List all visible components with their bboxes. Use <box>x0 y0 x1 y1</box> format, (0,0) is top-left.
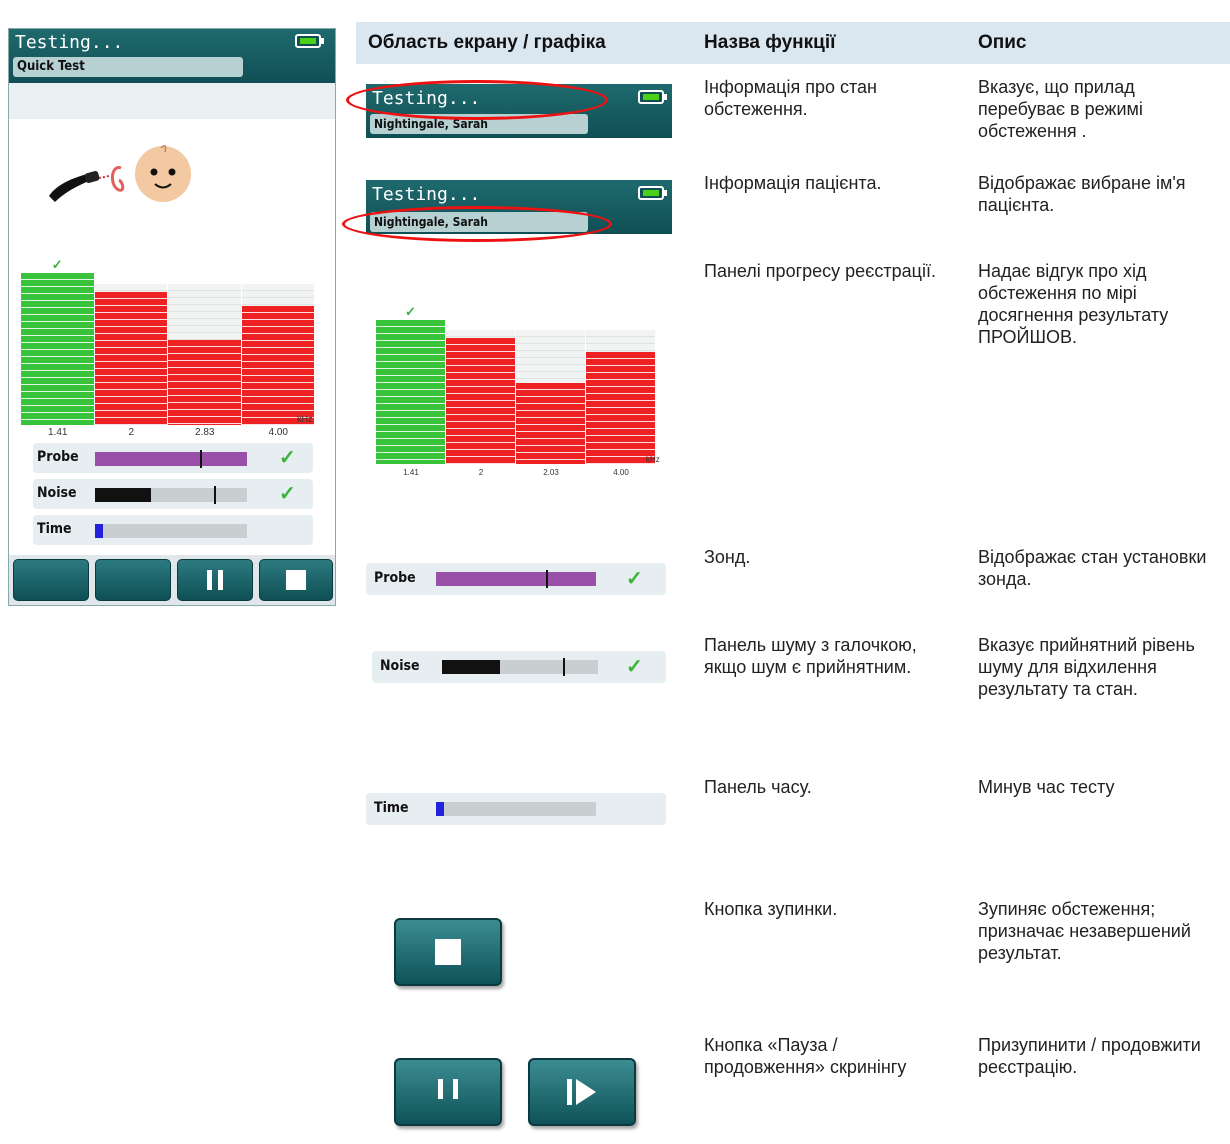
frequency-tick-label: 2 <box>128 427 135 438</box>
status-header: Testing... Quick Test <box>9 29 335 83</box>
noise-label: Noise <box>37 485 77 501</box>
table-header: Область екрану / графіка Назва функції О… <box>356 22 1230 64</box>
header-function: Назва функції <box>704 32 836 53</box>
time-fill <box>436 802 444 816</box>
row8-description: Призупинити / продовжити реєстрацію. <box>978 1035 1201 1077</box>
probe-meter: Probe ✓ <box>33 443 313 473</box>
header-description: Опис <box>978 32 1027 53</box>
row3-description: Надає відгук про хід обстеження по мірі … <box>978 261 1169 347</box>
unit-label: kHz <box>646 455 660 464</box>
bar-1.41 <box>21 273 94 425</box>
resume-button-graphic <box>528 1058 636 1126</box>
bar-1.41 <box>376 320 445 464</box>
row4-description: Відображає стан установки зонда. <box>978 547 1207 589</box>
frequency-tick-label: 1.41 <box>48 427 68 438</box>
battery-icon <box>295 34 324 48</box>
time-label: Time <box>374 800 409 816</box>
frequency-tick-label: 4.00 <box>268 427 288 438</box>
pass-check-icon: ✓ <box>405 304 416 319</box>
noise-marker <box>213 486 216 504</box>
probe-track <box>436 570 596 588</box>
noise-marker <box>563 658 565 676</box>
pass-check-icon: ✓ <box>51 257 63 272</box>
frequency-tick-label: 4.00 <box>613 468 629 477</box>
row8-function: Кнопка «Пауза / продовження» скринінгу <box>704 1035 907 1077</box>
row3-function: Панелі прогресу реєстрації. <box>704 261 936 281</box>
battery-icon <box>638 186 667 200</box>
row2-function: Інформація пацієнта. <box>704 173 882 193</box>
bar-2 <box>94 292 167 425</box>
row1-description: Вказує, що прилад перебуває в режимі обс… <box>978 77 1143 141</box>
frequency-tick-label: 1.41 <box>403 468 419 477</box>
row7-description: Зупиняє обстеження; призначає незавершен… <box>978 899 1191 963</box>
probe-fill <box>95 452 247 466</box>
highlight-ellipse-status <box>346 80 608 120</box>
time-fill <box>95 524 103 538</box>
stop-icon <box>286 570 306 590</box>
row4-function: Зонд. <box>704 547 751 567</box>
status-title: Testing... <box>15 32 124 53</box>
battery-icon <box>638 90 667 104</box>
noise-track <box>95 486 247 504</box>
row5-description: Вказує прийнятний рівень шуму для відхил… <box>978 635 1195 699</box>
noise-track <box>442 658 598 676</box>
row1-function: Інформація про стан обстеження. <box>704 77 877 119</box>
unit-label: kHz <box>297 414 313 424</box>
bar-2 <box>446 338 515 464</box>
test-name-field[interactable]: Quick Test <box>13 57 243 77</box>
noise-fill <box>442 660 500 674</box>
header-area: Область екрану / графіка <box>368 32 606 53</box>
noise-check-icon: ✓ <box>626 656 643 678</box>
progress-bar-chart: ✓ <box>21 257 315 425</box>
frequency-tick-label: 2.03 <box>543 468 559 477</box>
probe-fill <box>436 572 596 586</box>
row6-function: Панель часу. <box>704 777 812 797</box>
probe-check-icon: ✓ <box>279 447 296 469</box>
frequency-tick-label: 2.83 <box>195 427 215 438</box>
status-title: Testing... <box>372 184 481 205</box>
probe-label: Probe <box>374 570 416 586</box>
row2-description: Відображає вибране ім'я пацієнта. <box>978 173 1186 215</box>
noise-label: Noise <box>380 658 420 674</box>
probe-marker <box>546 570 548 588</box>
stop-icon <box>435 939 461 965</box>
noise-fill <box>95 488 152 502</box>
noise-meter-graphic: Noise ✓ <box>372 651 666 683</box>
pause-button[interactable] <box>177 559 253 601</box>
noise-check-icon: ✓ <box>279 483 296 505</box>
probe-label: Probe <box>37 449 79 465</box>
bar-2.83 <box>516 383 585 464</box>
blank-button-2[interactable] <box>95 559 171 601</box>
pause-button-graphic <box>394 1058 502 1126</box>
button-bar <box>9 555 335 605</box>
probe-check-icon: ✓ <box>626 568 643 590</box>
pause-icon <box>207 570 223 590</box>
resume-icon <box>567 1079 597 1105</box>
probe-marker <box>199 450 202 468</box>
bar-4.00 <box>586 351 655 464</box>
probe-meter-graphic: Probe ✓ <box>366 563 666 595</box>
pause-icon <box>438 1079 458 1105</box>
highlight-ellipse-patient <box>342 206 612 242</box>
time-track <box>95 524 247 538</box>
row5-function: Панель шуму з галочкою, якщо шум є прийн… <box>704 635 917 677</box>
row6-description: Минув час тесту <box>978 777 1115 797</box>
device-screen: Testing... Quick Test ✓ kHz Probe ✓ Nois… <box>8 28 336 606</box>
time-meter-graphic: Time <box>366 793 666 825</box>
probe-ear-baby-icon <box>49 145 191 202</box>
probe-track <box>95 450 247 468</box>
time-label: Time <box>37 521 72 537</box>
header-band <box>9 83 335 119</box>
noise-meter: Noise ✓ <box>33 479 313 509</box>
progress-bar-chart-graphic: ✓ <box>376 304 656 464</box>
blank-button-1[interactable] <box>13 559 89 601</box>
time-track <box>436 802 596 816</box>
bar-2.83 <box>168 339 241 425</box>
time-meter: Time <box>33 515 313 545</box>
bar-4.00 <box>241 306 314 425</box>
row7-function: Кнопка зупинки. <box>704 899 838 919</box>
frequency-tick-label: 2 <box>478 468 484 477</box>
stop-button[interactable] <box>259 559 333 601</box>
stop-button-graphic <box>394 918 502 986</box>
